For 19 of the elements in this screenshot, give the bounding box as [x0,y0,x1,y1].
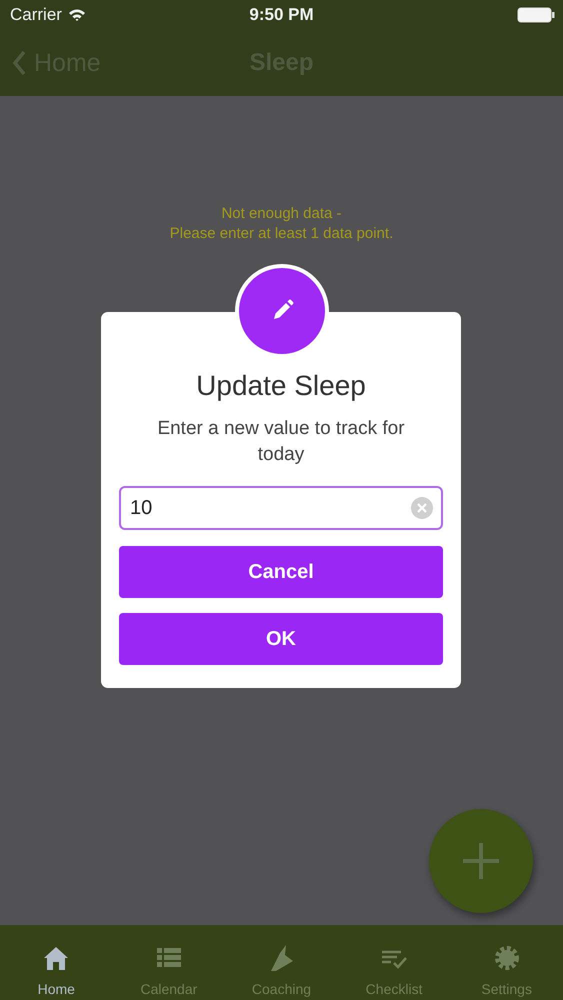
carrier-name: Carrier [10,5,62,25]
tab-item[interactable]: Home [0,925,113,1000]
wifi-icon [68,8,86,22]
chevron-left-icon [12,50,26,76]
tab-item[interactable]: Settings [450,925,563,1000]
ok-button[interactable]: OK [119,613,443,665]
empty-message: Please enter at least 1 data point. [170,224,394,244]
battery-icon [517,7,555,23]
tab-item[interactable]: Checklist [338,925,450,1000]
tab-item[interactable]: Calendar [112,925,226,1000]
clear-icon[interactable] [411,497,433,519]
empty-message: Not enough data - [221,204,342,224]
value-field[interactable]: 10 [119,486,443,530]
status-time: 9:50 PM [249,5,314,25]
plus-icon [461,841,501,881]
tab-item[interactable]: Coaching [225,925,338,1000]
dialog-text: Enter a new value to track for today [156,417,406,467]
dialog-title: Update Sleep [196,370,366,402]
cancel-button[interactable]: Cancel [119,546,443,598]
